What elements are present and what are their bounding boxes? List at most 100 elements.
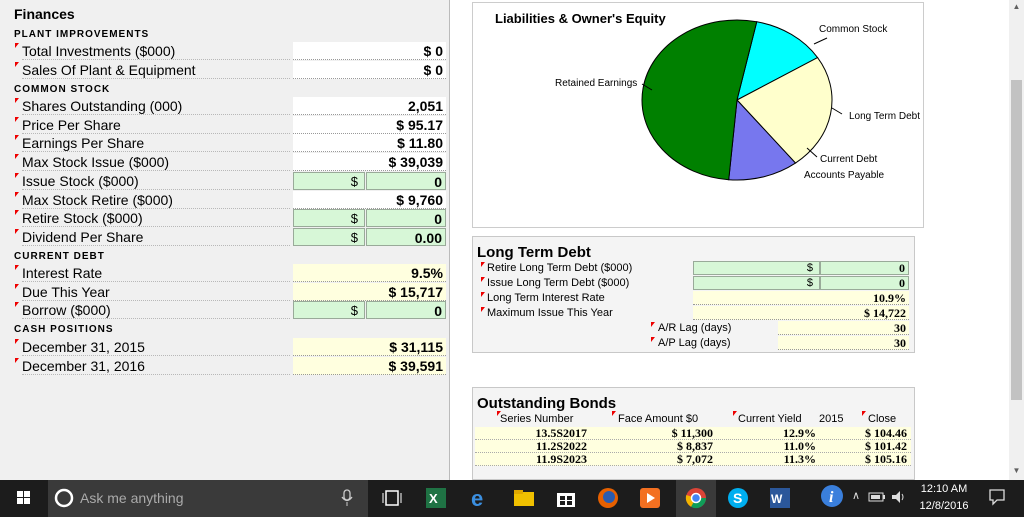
red-flag-icon — [15, 228, 19, 234]
bond-series: 11.9S2023 — [535, 452, 587, 466]
firefox-icon[interactable] — [596, 486, 620, 510]
info-icon[interactable]: i — [820, 484, 844, 508]
red-flag-icon — [15, 210, 19, 216]
chrome-icon[interactable] — [684, 486, 708, 510]
value-interest-rate: 9.5% — [293, 264, 446, 282]
ltd-label-long-term-interest-rate: Long Term Interest Rate — [487, 292, 605, 304]
currency-symbol: $ — [293, 209, 365, 228]
input-borrow-000[interactable]: 0 — [366, 301, 446, 320]
red-flag-icon — [15, 191, 19, 197]
excel-icon[interactable]: X — [424, 486, 448, 510]
red-flag-icon — [15, 135, 19, 141]
bond-current-yield: 11.3% — [783, 452, 816, 466]
scroll-down-arrow[interactable]: ▼ — [1009, 466, 1024, 475]
value-december-31-2015: $ 31,115 — [293, 338, 446, 356]
ltd-label-retire-long-term-debt-000: Retire Long Term Debt ($000) — [487, 262, 633, 274]
scroll-up-arrow[interactable]: ▲ — [1009, 2, 1024, 11]
common-stock-header: COMMON STOCK — [14, 84, 111, 95]
value-maximum-issue-this-year: $ 14,722 — [693, 306, 909, 320]
value-sales-of-plant-equipment: $ 0 — [293, 60, 446, 79]
input-dividend-per-share[interactable]: 0.00 — [366, 227, 446, 246]
value-long-term-interest-rate: 10.9% — [693, 291, 909, 305]
row-label-december-31-2016: December 31, 2016 — [22, 357, 290, 375]
edge-icon[interactable]: e — [468, 486, 492, 510]
current-debt-header: CURRENT DEBT — [14, 251, 105, 262]
input-issue-long-term-debt-000[interactable]: 0 — [820, 276, 909, 290]
red-flag-icon — [15, 339, 19, 344]
value-due-this-year: $ 15,717 — [293, 282, 446, 301]
row-label-interest-rate: Interest Rate — [22, 264, 290, 282]
lag-label-a-r-lag-days: A/R Lag (days) — [658, 322, 732, 334]
col-close: Close — [868, 413, 897, 425]
value-a-p-lag-days: 30 — [778, 336, 909, 350]
row-label-dividend-per-share: Dividend Per Share — [22, 228, 290, 246]
red-flag-icon — [651, 337, 655, 342]
value-max-stock-retire-000: $ 9,760 — [293, 190, 446, 209]
red-flag-icon — [651, 322, 655, 327]
clock-time[interactable]: 12:10 AM — [910, 483, 978, 495]
red-flag-icon — [15, 302, 19, 308]
input-retire-stock-000[interactable]: 0 — [366, 209, 446, 228]
plant-improvements-header: PLANT IMPROVEMENTS — [14, 29, 150, 40]
value-a-r-lag-days: 30 — [778, 321, 909, 335]
bonds-title: Outstanding Bonds — [477, 395, 617, 412]
red-flag-icon — [15, 61, 19, 67]
cash-positions-header: CASH POSITIONS — [14, 324, 114, 335]
ltd-label-maximum-issue-this-year: Maximum Issue This Year — [487, 307, 613, 319]
row-label-december-31-2015: December 31, 2015 — [22, 338, 290, 356]
svg-text:e: e — [471, 486, 483, 510]
svg-text:S: S — [733, 490, 742, 506]
bond-face-amount: $ 7,072 — [677, 452, 713, 466]
col-face-amount: Face Amount $0 — [618, 413, 699, 425]
word-icon[interactable]: W — [768, 486, 792, 510]
red-flag-icon — [15, 43, 19, 48]
chevron-up-icon[interactable]: ∧ — [852, 489, 860, 502]
col-current-yield: Current Yield — [738, 413, 802, 425]
row-label-max-stock-issue-000: Max Stock Issue ($000) — [22, 153, 290, 172]
scrollbar-thumb[interactable] — [1011, 80, 1022, 400]
row-label-retire-stock-000: Retire Stock ($000) — [22, 209, 290, 228]
leader-ltd — [831, 107, 843, 115]
currency-symbol: $ — [293, 301, 365, 320]
red-flag-icon — [481, 307, 485, 312]
cortana-icon — [54, 488, 74, 508]
red-flag-icon — [15, 116, 19, 122]
red-flag-icon — [481, 277, 485, 282]
lag-label-a-p-lag-days: A/P Lag (days) — [658, 337, 731, 349]
row-label-price-per-share: Price Per Share — [22, 116, 290, 134]
row-label-sales-of-plant-equipment: Sales Of Plant & Equipment — [22, 61, 290, 79]
windows-start-button[interactable] — [0, 480, 48, 517]
input-issue-stock-000[interactable]: 0 — [366, 171, 446, 190]
row-label-shares-outstanding-000: Shares Outstanding (000) — [22, 97, 290, 115]
clock-date[interactable]: 12/8/2016 — [910, 500, 978, 512]
row-label-max-stock-retire-000: Max Stock Retire ($000) — [22, 191, 290, 209]
pie-label-retained-earnings: Retained Earnings — [555, 78, 638, 89]
currency-symbol: $ — [693, 261, 820, 275]
red-flag-icon — [481, 292, 485, 297]
task-view-icon[interactable] — [380, 486, 404, 510]
store-icon[interactable] — [554, 486, 578, 510]
microphone-icon[interactable] — [340, 488, 354, 508]
red-flag-icon — [15, 357, 19, 363]
pie-label-long-term-debt: Long Term Debt — [849, 111, 920, 122]
skype-icon[interactable]: S — [726, 486, 750, 510]
input-retire-long-term-debt-000[interactable]: 0 — [820, 261, 909, 275]
col-year: 2015 — [819, 413, 844, 425]
red-flag-icon — [15, 265, 19, 270]
value-earnings-per-share: $ 11.80 — [293, 134, 446, 153]
value-total-investments-000: $ 0 — [293, 42, 446, 60]
finances-title: Finances — [14, 6, 75, 22]
row-label-due-this-year: Due This Year — [22, 283, 290, 301]
red-flag-icon — [481, 262, 485, 267]
file-explorer-icon[interactable] — [512, 486, 536, 510]
media-player-icon[interactable] — [638, 486, 662, 510]
svg-text:X: X — [429, 491, 438, 506]
red-flag-icon — [15, 172, 19, 178]
value-shares-outstanding-000: 2,051 — [293, 97, 446, 115]
battery-icon[interactable] — [868, 490, 886, 504]
action-center-icon[interactable] — [988, 488, 1006, 506]
volume-icon[interactable] — [890, 489, 906, 505]
col-series-number: Series Number — [500, 413, 574, 425]
row-label-earnings-per-share: Earnings Per Share — [22, 134, 290, 153]
ltd-label-issue-long-term-debt-000: Issue Long Term Debt ($000) — [487, 277, 630, 289]
